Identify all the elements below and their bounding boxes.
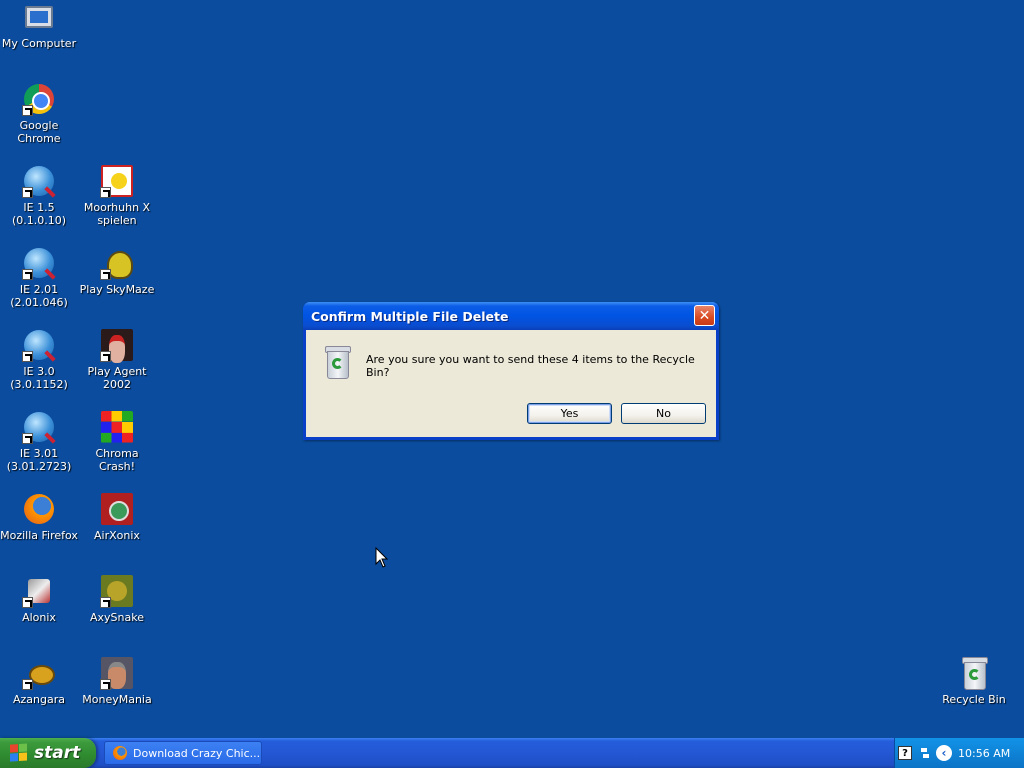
- desktop-icon-ie-3-01[interactable]: IE 3.01 (3.01.2723): [0, 410, 78, 476]
- shortcut-arrow-icon: [22, 597, 33, 608]
- desktop-icon-label: My Computer: [1, 37, 77, 50]
- desktop-icon-airxonix[interactable]: AirXonix: [78, 492, 156, 558]
- desktop: My Computer Google Chrome IE 1.5 (0.1.0.…: [0, 0, 1024, 738]
- desktop-icon-agent-2002[interactable]: Play Agent 2002: [78, 328, 156, 394]
- firefox-icon: [113, 746, 127, 760]
- desktop-icon-ie-2-01[interactable]: IE 2.01 (2.01.046): [0, 246, 78, 312]
- desktop-icon-google-chrome[interactable]: Google Chrome: [0, 82, 78, 148]
- windows-logo-icon: [10, 743, 28, 762]
- airxonix-icon: [100, 492, 134, 526]
- shortcut-arrow-icon: [100, 269, 111, 280]
- desktop-icon-label: AirXonix: [94, 529, 140, 542]
- chrome-icon: [22, 82, 56, 116]
- internet-explorer-icon: [22, 164, 56, 198]
- desktop-icon-moneymania[interactable]: MoneyMania: [78, 656, 156, 722]
- desktop-icon-azangara[interactable]: Azangara: [0, 656, 78, 722]
- desktop-icon-label: Play Agent 2002: [87, 365, 147, 391]
- confirm-delete-dialog: Confirm Multiple File Delete ✕ Are you s…: [303, 302, 719, 440]
- desktop-icon-label: Azangara: [13, 693, 65, 706]
- alonix-icon: [22, 574, 56, 608]
- expand-tray-icon[interactable]: ‹: [936, 745, 952, 761]
- shortcut-arrow-icon: [22, 351, 33, 362]
- desktop-icon-label: AxySnake: [90, 611, 144, 624]
- internet-explorer-icon: [22, 328, 56, 362]
- desktop-icon-label: Google Chrome: [17, 119, 61, 145]
- taskbar-item-firefox[interactable]: Download Crazy Chic...: [104, 741, 262, 765]
- moorhuhn-icon: [100, 164, 134, 198]
- desktop-icon-label: Moorhuhn X spielen: [83, 201, 151, 227]
- desktop-icon-label: Recycle Bin: [942, 693, 1006, 706]
- moneymania-icon: [100, 656, 134, 690]
- desktop-icon-my-computer[interactable]: My Computer: [0, 0, 78, 66]
- shortcut-arrow-icon: [22, 187, 33, 198]
- desktop-icon-chroma-crash[interactable]: Chroma Crash!: [78, 410, 156, 476]
- desktop-icon-label: IE 3.0 (3.0.1152): [10, 365, 68, 391]
- firefox-icon: [22, 492, 56, 526]
- desktop-icon-label: IE 1.5 (0.1.0.10): [11, 201, 67, 227]
- desktop-icon-alonix[interactable]: Alonix: [0, 574, 78, 640]
- shortcut-arrow-icon: [22, 105, 33, 116]
- taskbar: start Download Crazy Chic... ? ‹ 10:56 A…: [0, 738, 1024, 768]
- azangara-icon: [22, 656, 56, 690]
- desktop-icon-ie-1-5[interactable]: IE 1.5 (0.1.0.10): [0, 164, 78, 230]
- desktop-icon-recycle-bin[interactable]: Recycle Bin: [935, 656, 1013, 722]
- shortcut-arrow-icon: [22, 269, 33, 280]
- desktop-icon-axysnake[interactable]: AxySnake: [78, 574, 156, 640]
- desktop-icon-skymaze[interactable]: Play SkyMaze: [78, 246, 156, 312]
- dialog-message: Are you sure you want to send these 4 it…: [366, 353, 695, 379]
- dialog-title-bar[interactable]: Confirm Multiple File Delete ✕: [303, 302, 719, 330]
- shortcut-arrow-icon: [100, 597, 111, 608]
- mouse-cursor-icon: [375, 547, 389, 568]
- start-label: start: [34, 743, 81, 763]
- desktop-icon-label: Alonix: [22, 611, 56, 624]
- help-icon[interactable]: ?: [898, 746, 912, 760]
- shortcut-arrow-icon: [100, 187, 111, 198]
- internet-explorer-icon: [22, 246, 56, 280]
- desktop-icon-ie-3-0[interactable]: IE 3.0 (3.0.1152): [0, 328, 78, 394]
- taskbar-item-label: Download Crazy Chic...: [133, 746, 261, 760]
- network-icon[interactable]: [920, 747, 930, 759]
- desktop-icon-moorhuhn[interactable]: Moorhuhn X spielen: [78, 164, 156, 230]
- desktop-icon-label: MoneyMania: [82, 693, 152, 706]
- close-icon[interactable]: ✕: [694, 305, 715, 326]
- dialog-title: Confirm Multiple File Delete: [311, 309, 509, 324]
- desktop-icon-mozilla-firefox[interactable]: Mozilla Firefox: [0, 492, 78, 558]
- close-glyph: ✕: [698, 307, 711, 324]
- axysnake-icon: [100, 574, 134, 608]
- chroma-crash-icon: [100, 410, 134, 444]
- shortcut-arrow-icon: [100, 679, 111, 690]
- recycle-bin-icon: [320, 344, 354, 380]
- yes-button[interactable]: Yes: [527, 403, 612, 424]
- computer-icon: [22, 0, 56, 34]
- desktop-icon-label: IE 2.01 (2.01.046): [10, 283, 68, 309]
- system-tray: ? ‹ 10:56 AM: [894, 738, 1024, 768]
- shortcut-arrow-icon: [100, 351, 111, 362]
- desktop-icon-label: Mozilla Firefox: [0, 529, 78, 542]
- shortcut-arrow-icon: [22, 679, 33, 690]
- clock[interactable]: 10:56 AM: [958, 747, 1010, 760]
- desktop-icon-label: IE 3.01 (3.01.2723): [6, 447, 72, 473]
- recycle-bin-icon: [957, 656, 991, 690]
- desktop-icon-label: Play SkyMaze: [79, 283, 155, 296]
- desktop-icon-label: Chroma Crash!: [95, 447, 139, 473]
- internet-explorer-icon: [22, 410, 56, 444]
- agent-icon: [100, 328, 134, 363]
- shortcut-arrow-icon: [22, 433, 33, 444]
- no-button[interactable]: No: [621, 403, 706, 424]
- start-button[interactable]: start: [0, 738, 96, 768]
- skymaze-icon: [100, 246, 134, 280]
